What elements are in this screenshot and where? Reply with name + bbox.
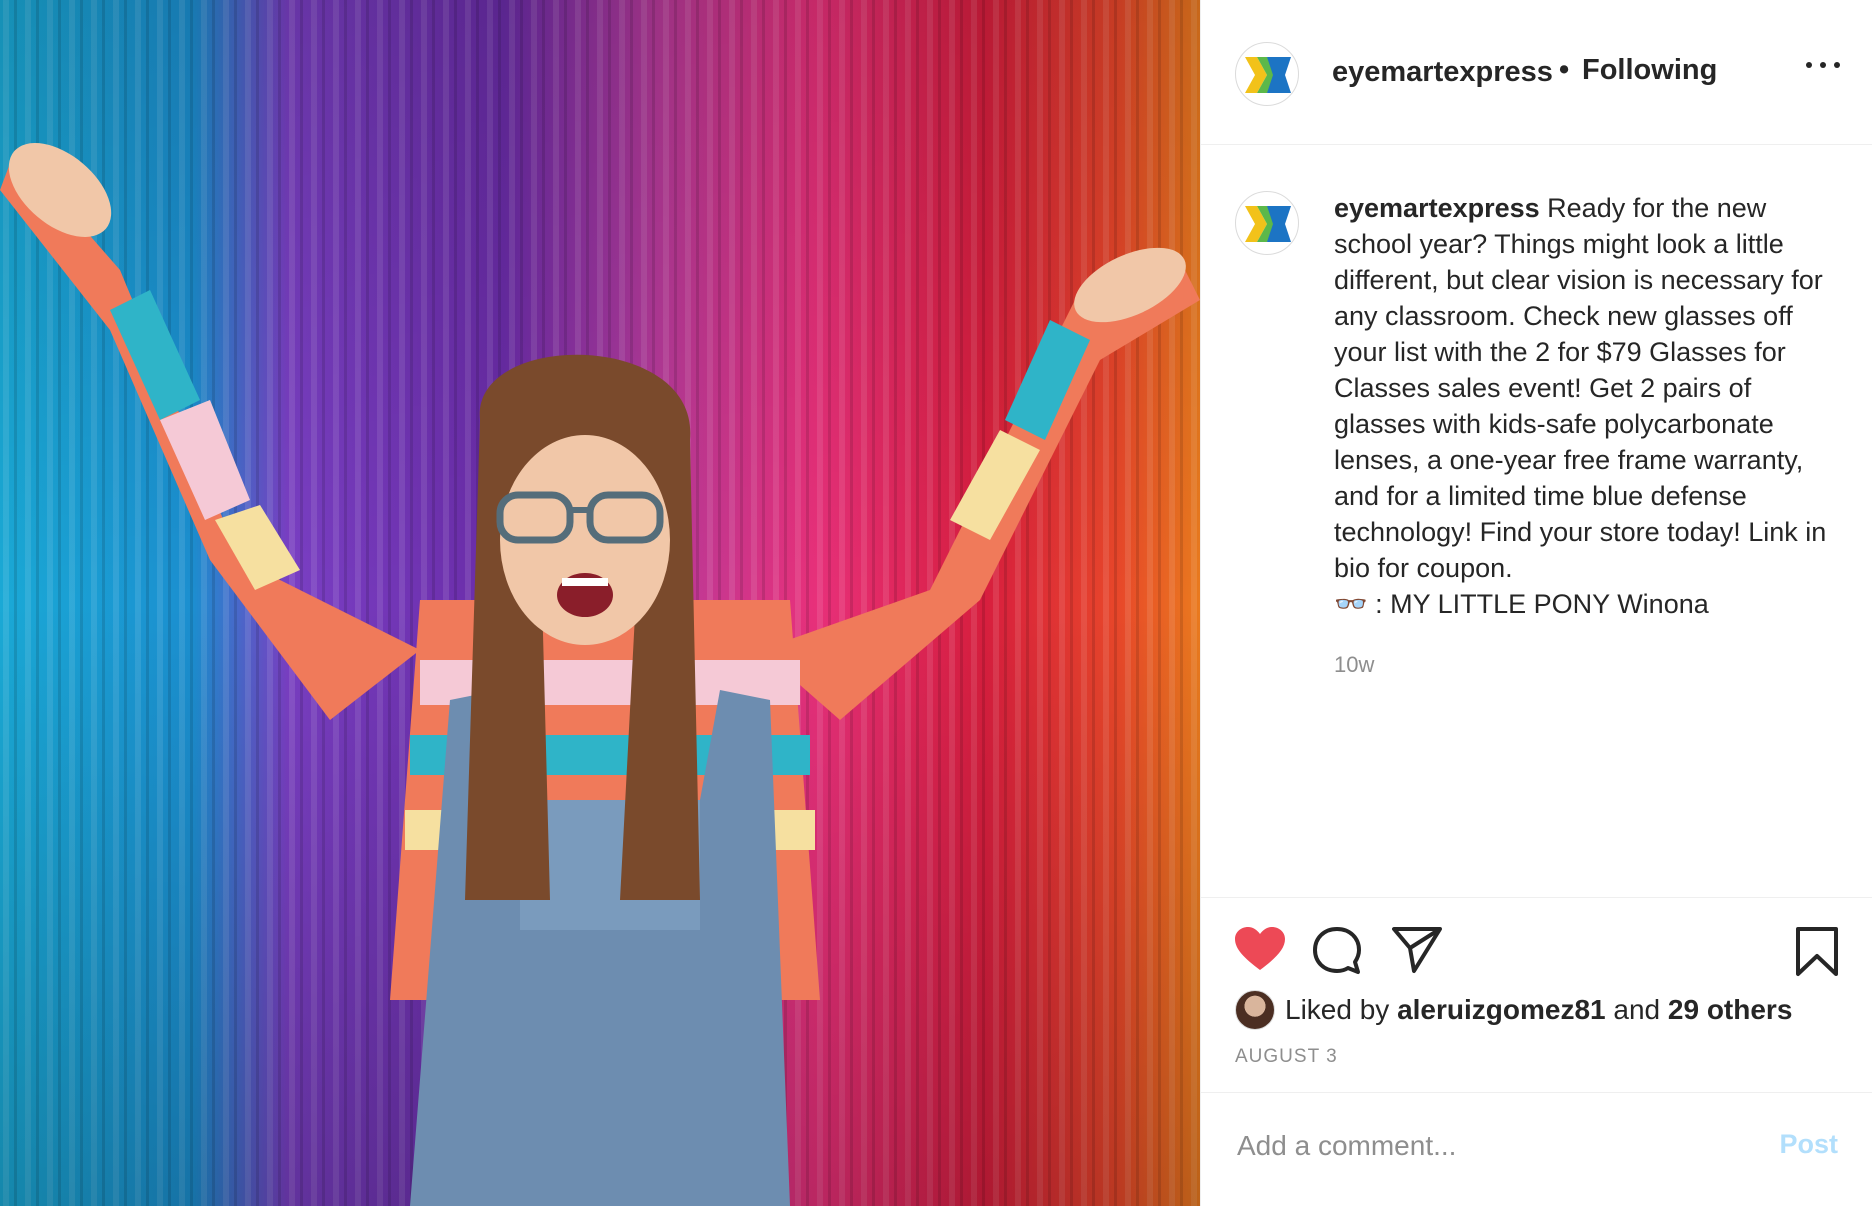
liked-and: and <box>1613 994 1661 1025</box>
comment-icon[interactable] <box>1312 926 1362 976</box>
comment-input[interactable] <box>1235 1123 1739 1169</box>
account-avatar[interactable] <box>1235 42 1299 106</box>
caption-username[interactable]: eyemartexpress <box>1334 193 1540 223</box>
caption-body: Ready for the new school year? Things mi… <box>1334 193 1827 583</box>
eyemart-logo-icon <box>1245 57 1291 93</box>
liked-others[interactable]: 29 others <box>1668 994 1793 1026</box>
heart-icon[interactable] <box>1234 926 1286 972</box>
liked-user[interactable]: aleruizgomez81 <box>1397 994 1606 1026</box>
eyemart-logo-icon <box>1245 206 1291 242</box>
post-date[interactable]: AUGUST 3 <box>1235 1046 1338 1068</box>
post-details-panel: eyemartexpress • Following eyemartexpres… <box>1200 0 1872 1206</box>
bookmark-icon[interactable] <box>1795 926 1839 978</box>
caption-text: eyemartexpress Ready for the new school … <box>1334 190 1844 622</box>
actions-section: Liked by aleruizgomez81 and 29 others AU… <box>1201 897 1872 1092</box>
share-icon[interactable] <box>1392 926 1442 974</box>
liked-prefix: Liked by <box>1285 994 1390 1025</box>
post-comment-button[interactable]: Post <box>1779 1129 1838 1160</box>
post-header: eyemartexpress • Following <box>1201 0 1872 145</box>
post-age[interactable]: 10w <box>1334 652 1374 678</box>
following-button[interactable]: Following <box>1582 54 1717 87</box>
caption-block: eyemartexpress Ready for the new school … <box>1201 146 1872 896</box>
comment-row: Post <box>1201 1092 1872 1206</box>
liked-by-row: Liked by aleruizgomez81 and 29 others <box>1235 990 1792 1030</box>
liker-avatar[interactable] <box>1235 990 1275 1030</box>
caption-credit: 👓 : MY LITTLE PONY Winona <box>1334 589 1709 619</box>
caption-avatar[interactable] <box>1235 191 1299 255</box>
header-separator: • <box>1559 54 1570 86</box>
header-username[interactable]: eyemartexpress <box>1332 56 1553 89</box>
more-options-icon[interactable] <box>1806 60 1842 70</box>
photo-illustration <box>0 0 1200 1206</box>
post-photo[interactable] <box>0 0 1200 1206</box>
